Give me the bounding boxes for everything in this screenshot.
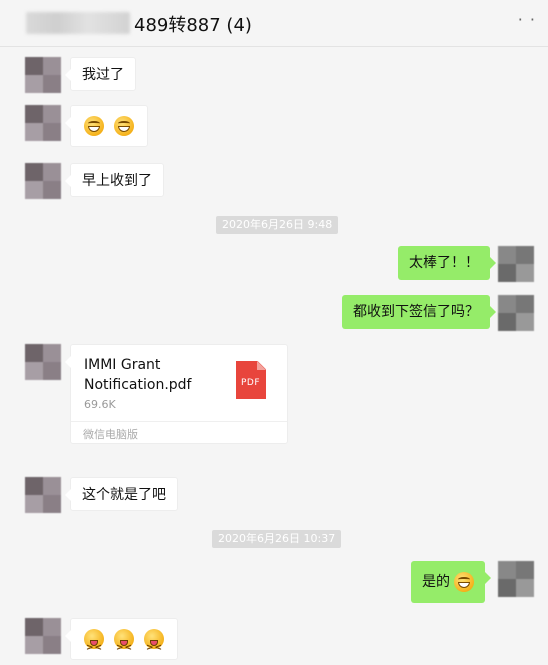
more-icon[interactable]: · · [518, 10, 536, 29]
pdf-fold [257, 361, 266, 370]
avatar[interactable] [498, 561, 534, 597]
avatar[interactable] [25, 344, 61, 380]
message-bubble[interactable]: 是的 [411, 561, 492, 603]
emoji-row [84, 106, 134, 146]
message-bubble[interactable]: 这个就是了吧 [65, 477, 178, 511]
grin-emoji-icon [454, 572, 475, 592]
squint-tongue-emoji-icon [114, 629, 134, 665]
squint-tongue-emoji-icon [84, 629, 104, 665]
message-bubble[interactable]: 都收到下签信了吗？ [342, 295, 496, 329]
blurred-group-name [26, 12, 130, 34]
avatar[interactable] [25, 57, 61, 93]
message-bubble[interactable] [65, 618, 178, 665]
timestamp: 2020年6月26日 10:37 [212, 530, 342, 548]
divider [71, 421, 287, 422]
message-bubble[interactable]: 我过了 [65, 57, 136, 91]
file-message[interactable]: IMMI Grant Notification.pdf 69.6K PDF 微信… [65, 344, 288, 444]
avatar[interactable] [25, 618, 61, 654]
chat-title: 489转887 (4) [134, 15, 252, 36]
avatar[interactable] [25, 477, 61, 513]
grin-sweat-emoji-icon [114, 116, 134, 136]
avatar[interactable] [25, 105, 61, 141]
timestamp: 2020年6月26日 9:48 [216, 216, 339, 234]
chat-header: 489转887 (4) · · − · [0, 0, 548, 47]
message-bubble[interactable] [65, 105, 148, 147]
close-icon[interactable]: · [536, 0, 539, 5]
avatar[interactable] [25, 163, 61, 199]
pdf-icon-label: PDF [241, 378, 261, 388]
grin-sweat-emoji-icon [84, 116, 104, 136]
squint-tongue-emoji-icon [144, 629, 164, 665]
minimize-icon[interactable]: − [440, 0, 448, 5]
emoji-row [84, 619, 164, 665]
avatar[interactable] [498, 295, 534, 331]
message-bubble[interactable]: 早上收到了 [65, 163, 164, 197]
file-size: 69.6K [84, 398, 116, 411]
file-source: 微信电脑版 [83, 428, 138, 441]
message-bubble[interactable]: 太棒了！！ [398, 246, 496, 280]
file-name: IMMI Grant Notification.pdf [84, 357, 192, 393]
avatar[interactable] [498, 246, 534, 282]
message-text: 是的 [422, 574, 450, 590]
